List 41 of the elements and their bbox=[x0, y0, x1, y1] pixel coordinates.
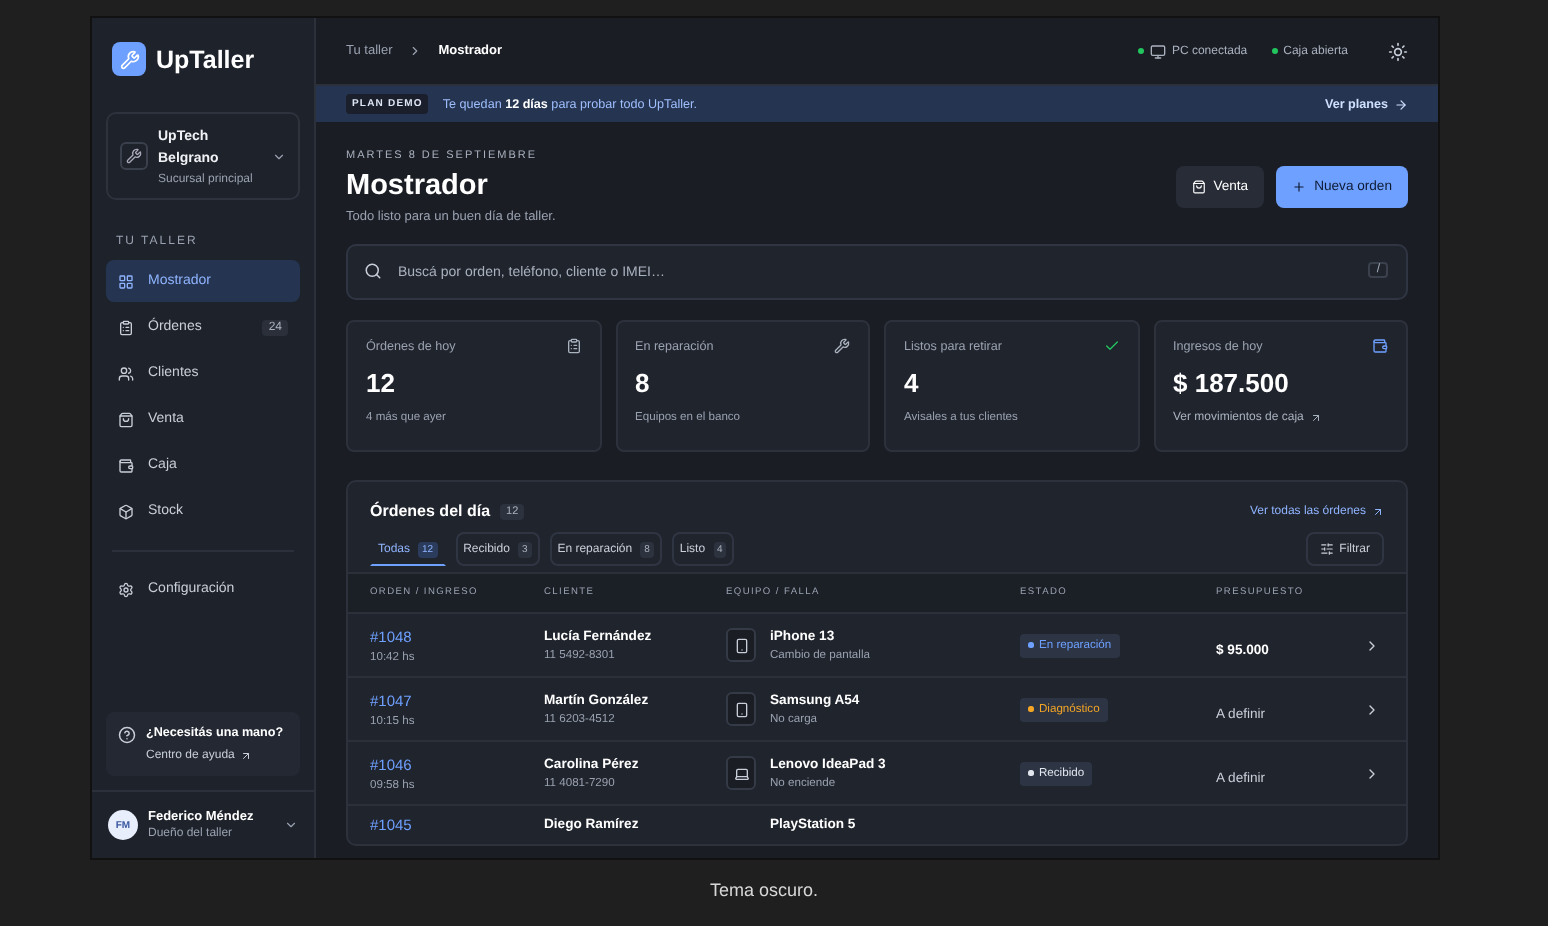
sliders-icon bbox=[1319, 542, 1334, 556]
external-link-icon bbox=[1372, 505, 1384, 517]
stat-value: 12 bbox=[366, 368, 397, 398]
wrench-icon bbox=[834, 338, 850, 354]
clipboard-icon bbox=[118, 319, 134, 335]
chevron-icon[interactable] bbox=[1364, 637, 1380, 653]
bag-icon bbox=[1191, 180, 1206, 194]
users-icon bbox=[118, 365, 134, 381]
wallet-icon bbox=[118, 457, 134, 473]
laptop-icon bbox=[726, 756, 756, 790]
brand-name: UpTaller bbox=[156, 45, 255, 73]
page-title: Mostrador bbox=[346, 170, 490, 202]
chevron-icon[interactable] bbox=[1364, 765, 1380, 781]
external-link-icon bbox=[240, 750, 253, 762]
stat-value: 4 bbox=[904, 368, 921, 398]
logo-icon bbox=[112, 42, 146, 76]
grid-icon bbox=[118, 273, 134, 289]
check-icon bbox=[1103, 338, 1119, 354]
settings-icon bbox=[118, 581, 134, 597]
arrow-icon bbox=[1394, 97, 1408, 111]
smartphone-icon bbox=[726, 628, 756, 662]
stat-value: $ 187.500 bbox=[1173, 368, 1291, 398]
help-icon bbox=[118, 726, 136, 744]
box-icon bbox=[118, 503, 134, 519]
bag-icon bbox=[118, 411, 134, 427]
wrench-icon bbox=[120, 142, 148, 170]
chevron-icon[interactable] bbox=[1364, 701, 1380, 717]
chevron-icon bbox=[408, 44, 423, 58]
theme-toggle-icon[interactable] bbox=[1388, 41, 1408, 61]
wallet-icon bbox=[1372, 338, 1388, 354]
monitor-icon bbox=[1149, 43, 1166, 59]
smartphone-icon bbox=[726, 692, 756, 726]
chevron-icon bbox=[272, 149, 286, 163]
caption: Tema oscuro. bbox=[709, 880, 819, 900]
plus-icon bbox=[1292, 180, 1307, 194]
external-link-icon bbox=[1309, 412, 1322, 424]
clipboard-icon bbox=[565, 338, 581, 354]
stat-value: 8 bbox=[635, 368, 652, 398]
chevron-icon bbox=[284, 818, 298, 832]
search-icon bbox=[364, 262, 382, 280]
panel-title: Órdenes del día bbox=[370, 502, 491, 520]
